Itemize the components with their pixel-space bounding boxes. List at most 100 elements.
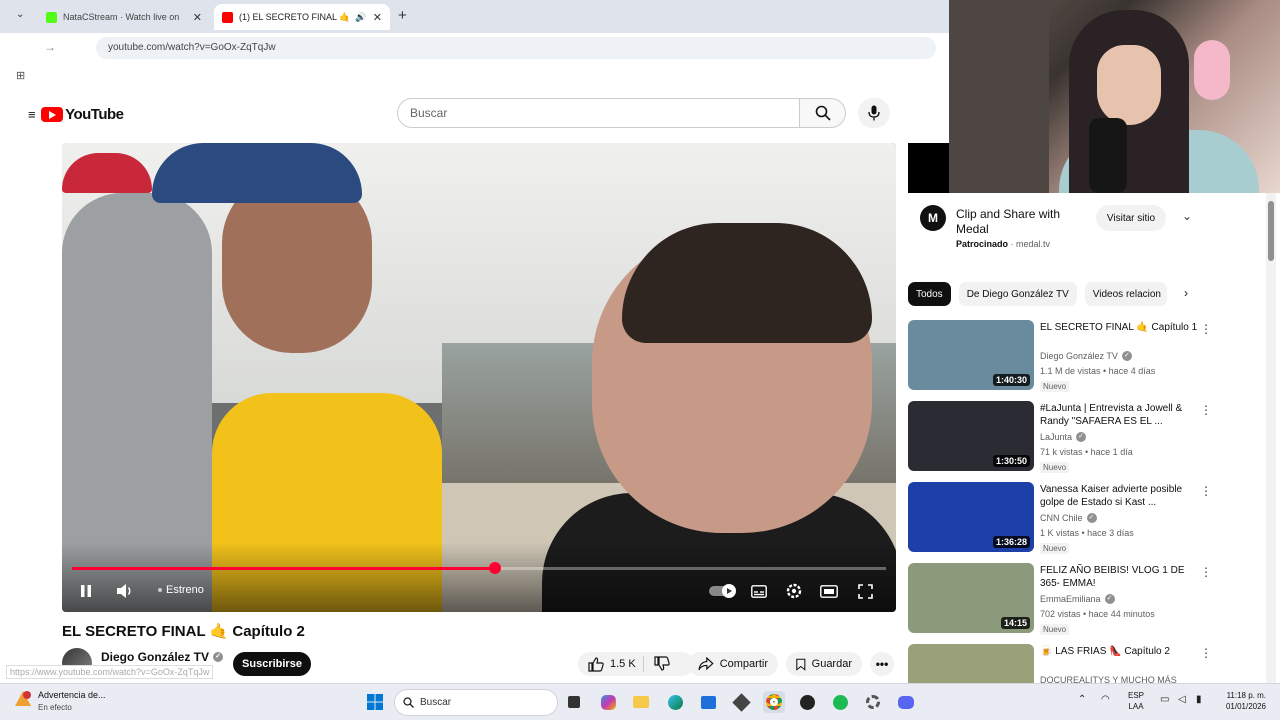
more-actions-button[interactable]: •••	[870, 652, 894, 676]
recommended-video[interactable]: 1:40:30 EL SECRETO FINAL 🤙 Capítulo 1 Dieg…	[908, 320, 1212, 396]
channel-name[interactable]: CNN Chile	[1040, 513, 1083, 523]
tab-natacstream[interactable]: NataCStream · Watch live on ✕	[38, 4, 210, 30]
more-vertical-icon[interactable]: ⋮	[1200, 565, 1212, 579]
video-title[interactable]: EL SECRETO FINAL 🤙 Capítulo 1	[1040, 321, 1204, 334]
video-title[interactable]: Vanessa Kaiser advierte posible golpe de…	[1040, 483, 1204, 509]
medal-logo-icon: M	[920, 205, 946, 231]
subtitles-button[interactable]	[748, 581, 770, 601]
task-view-icon[interactable]	[563, 691, 585, 713]
more-vertical-icon[interactable]: ⋮	[1200, 322, 1212, 336]
volume-button[interactable]	[114, 581, 136, 601]
chevron-down-icon[interactable]: ⌄	[1182, 209, 1192, 223]
wifi-icon[interactable]: ◠	[1101, 694, 1110, 705]
video-thumbnail[interactable]: 1:36:28	[908, 482, 1034, 552]
new-tab-button[interactable]: +	[398, 7, 407, 24]
channel-row[interactable]: EmmaEmiliana ✓	[1040, 594, 1115, 604]
search-button[interactable]	[800, 98, 846, 128]
theater-mode-button[interactable]	[818, 581, 840, 601]
channel-row[interactable]: LaJunta ✓	[1040, 432, 1087, 442]
channel-name[interactable]: LaJunta	[1040, 432, 1072, 442]
audio-icon[interactable]: 🔊	[355, 12, 366, 23]
subscribe-button[interactable]: Suscribirse	[233, 652, 311, 676]
scrollbar[interactable]	[1266, 193, 1276, 683]
taskbar-search[interactable]: Buscar	[394, 689, 558, 716]
tray-chevron-up-icon[interactable]: ⌃	[1078, 694, 1086, 705]
share-button[interactable]: Compartir	[688, 652, 778, 676]
channel-row[interactable]: Diego González TV ✓	[1040, 351, 1132, 361]
chip-related[interactable]: Videos relacion	[1084, 282, 1167, 306]
close-icon[interactable]: ✕	[187, 11, 202, 24]
discord-icon[interactable]	[895, 691, 917, 713]
voice-search-button[interactable]	[858, 98, 890, 128]
language-indicator[interactable]: ESP LAA	[1128, 690, 1144, 712]
fullscreen-button[interactable]	[854, 581, 876, 601]
more-vertical-icon[interactable]: ⋮	[1200, 484, 1212, 498]
thumbs-down-icon	[654, 656, 670, 671]
save-button[interactable]: Guardar	[786, 652, 862, 676]
windows-taskbar: Advertencia de... En efecto Buscar ⌃ ◠ E…	[0, 683, 1280, 720]
warning-icon[interactable]	[14, 690, 32, 708]
keyboard-layout: LAA	[1128, 702, 1144, 711]
kick-favicon-icon	[46, 11, 57, 23]
channel-name[interactable]: Diego González TV	[1040, 351, 1118, 361]
video-thumbnail[interactable]: 14:15	[908, 563, 1034, 633]
search-input[interactable]: Buscar	[397, 98, 800, 128]
tab-search-icon[interactable]: ⌄	[16, 9, 24, 20]
apps-grid-icon[interactable]: ⊞	[16, 69, 25, 82]
scrollbar-thumb[interactable]	[1268, 201, 1274, 261]
spotify-icon[interactable]	[829, 691, 851, 713]
browser-tab-strip: ⌄ NataCStream · Watch live on ✕ (1) EL S…	[0, 0, 949, 33]
video-thumbnail[interactable]: 1:40:30	[908, 320, 1034, 390]
more-vertical-icon[interactable]: ⋮	[1200, 646, 1212, 660]
chevron-right-icon[interactable]: ›	[1184, 286, 1188, 300]
visit-site-button[interactable]: Visitar sitio	[1096, 205, 1166, 231]
video-title[interactable]: 🍺 LAS FRIAS 👠 Capítulo 2	[1040, 645, 1204, 658]
ad-thumbnail[interactable]	[908, 143, 949, 193]
video-player[interactable]: Estreno	[62, 143, 896, 612]
tab-youtube-video[interactable]: (1) EL SECRETO FINAL 🤙 Ca 🔊 ✕	[214, 4, 390, 30]
verified-badge-icon: ✓	[1104, 594, 1115, 604]
obs-icon[interactable]	[796, 691, 818, 713]
chip-channel[interactable]: De Diego González TV	[958, 282, 1077, 306]
file-explorer-icon[interactable]	[630, 691, 652, 713]
forward-icon[interactable]: →	[44, 40, 56, 54]
edge-browser-icon[interactable]	[664, 691, 686, 713]
chrome-icon[interactable]	[763, 691, 785, 713]
network-icon[interactable]: ▭	[1160, 694, 1169, 705]
address-bar[interactable]: youtube.com/watch?v=GoOx-ZqTqJw	[96, 37, 936, 59]
channel-row[interactable]: CNN Chile ✓	[1040, 513, 1097, 523]
notification-title[interactable]: Advertencia de...	[38, 690, 106, 700]
settings-button[interactable]	[782, 581, 806, 601]
channel-name[interactable]: EmmaEmiliana	[1040, 594, 1101, 604]
video-thumbnail[interactable]: 1:30:50	[908, 401, 1034, 471]
video-title[interactable]: FELIZ AÑO BEIBIS! VLOG 1 DE 365- EMMA!	[1040, 564, 1204, 590]
close-icon[interactable]: ✕	[367, 11, 382, 24]
app-cube-icon[interactable]	[730, 691, 752, 713]
ad-title[interactable]: Clip and Share with Medal	[956, 207, 1086, 237]
status-dot-icon	[158, 588, 162, 592]
recommended-video[interactable]: 1:36:28 Vanessa Kaiser advierte posible g…	[908, 482, 1212, 558]
settings-gear-icon[interactable]	[862, 691, 884, 713]
copilot-icon[interactable]	[597, 691, 619, 713]
autoplay-toggle[interactable]	[708, 581, 738, 601]
recommended-video[interactable]: 14:15 FELIZ AÑO BEIBIS! VLOG 1 DE 365- EM…	[908, 563, 1212, 639]
system-clock[interactable]: 11:18 p. m. 01/01/2026	[1214, 690, 1266, 712]
battery-icon[interactable]: ▮	[1196, 694, 1202, 705]
recommended-video[interactable]: 1:30:50 #LaJunta | Entrevista a Jowell & …	[908, 401, 1212, 477]
channel-name-row[interactable]: Diego González TV ✓	[101, 650, 224, 664]
channel-name[interactable]: Diego González TV	[101, 650, 209, 664]
dislike-button[interactable]	[654, 656, 676, 674]
volume-icon[interactable]: ◁	[1178, 694, 1186, 705]
video-title[interactable]: #LaJunta | Entrevista a Jowell & Randy "…	[1040, 402, 1204, 428]
progress-bar[interactable]	[72, 562, 886, 574]
store-icon[interactable]	[697, 691, 719, 713]
hamburger-menu-icon[interactable]: ≡	[28, 107, 36, 122]
windows-start-button[interactable]	[364, 691, 386, 713]
pause-button[interactable]	[76, 581, 96, 601]
sponsored-ad-card[interactable]: M Clip and Share with Medal Patrocinado …	[908, 193, 1208, 253]
youtube-logo[interactable]: ≡ YouTube	[28, 104, 178, 124]
language-code: ESP	[1128, 691, 1145, 700]
like-button[interactable]: 1.5 K	[588, 656, 636, 672]
more-vertical-icon[interactable]: ⋮	[1200, 403, 1212, 417]
chip-todos[interactable]: Todos	[908, 282, 951, 306]
